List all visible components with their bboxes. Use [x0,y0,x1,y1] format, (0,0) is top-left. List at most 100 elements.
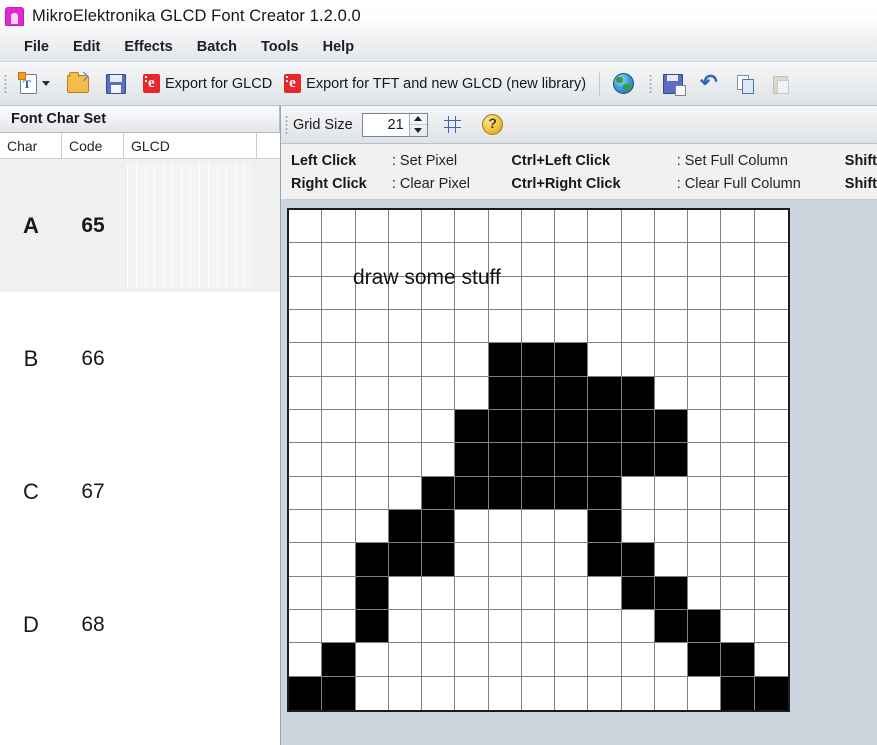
pixel-cell[interactable] [455,309,489,344]
pixel-cell[interactable] [322,643,356,677]
pixel-cell[interactable] [521,476,556,510]
pixel-cell[interactable] [455,643,489,677]
pixel-cell[interactable] [322,476,356,510]
pixel-cell[interactable] [555,643,589,677]
pixel-cell[interactable] [322,543,356,577]
pixel-cell[interactable] [688,409,722,444]
pixel-cell[interactable] [355,576,389,610]
pixel-cell[interactable] [388,443,423,477]
pixel-cell[interactable] [422,509,456,544]
pixel-cell[interactable] [488,509,522,544]
pixel-cell[interactable] [422,243,456,277]
pixel-cell[interactable] [721,609,755,644]
pixel-cell[interactable] [555,676,589,710]
pixel-cell[interactable] [555,609,589,644]
pixel-cell[interactable] [388,676,423,710]
pixel-cell[interactable] [289,276,323,310]
pixel-cell[interactable] [555,276,589,310]
pixel-cell[interactable] [422,409,456,444]
pixel-cell[interactable] [521,543,556,577]
pixel-cell[interactable] [322,309,356,344]
pixel-cell[interactable] [322,509,356,544]
pixel-cell[interactable] [654,243,689,277]
pixel-cell[interactable] [654,376,689,410]
pixel-cell[interactable] [621,343,655,377]
paste-button[interactable] [767,71,800,97]
pixel-cell[interactable] [754,643,788,677]
glcd-preview-thumbnail[interactable] [127,163,252,288]
pixel-cell[interactable] [422,643,456,677]
pixel-cell[interactable] [521,343,556,377]
pixel-cell[interactable] [355,643,389,677]
chevron-down-icon[interactable] [42,81,50,86]
toolbar-grip-2[interactable] [649,73,653,94]
pixel-cell[interactable] [289,443,323,477]
pixel-cell[interactable] [721,376,755,410]
pixel-cell[interactable] [721,643,755,677]
pixel-cell[interactable] [754,576,788,610]
grid-toolbar-grip[interactable] [285,114,288,135]
pixel-cell[interactable] [721,476,755,510]
pixel-cell[interactable] [488,676,522,710]
pixel-cell[interactable] [521,210,556,244]
pixel-cell[interactable] [588,210,622,244]
menu-help[interactable]: Help [311,36,366,58]
export-glcd-button[interactable]: Export for GLCD [138,70,277,97]
pixel-cell[interactable] [455,409,489,444]
grid-size-increment-button[interactable] [409,114,427,125]
pixel-cell[interactable] [754,210,788,244]
pixel-cell[interactable] [688,443,722,477]
pixel-cell[interactable] [455,676,489,710]
undo-button[interactable] [695,70,730,97]
pixel-cell[interactable] [289,376,323,410]
pixel-cell[interactable] [521,576,556,610]
pixel-cell[interactable] [455,443,489,477]
pixel-cell[interactable] [388,243,423,277]
pixel-cell[interactable] [388,609,423,644]
pixel-cell[interactable] [289,210,323,244]
pixel-cell[interactable] [289,576,323,610]
pixel-cell[interactable] [588,543,622,577]
pixel-cell[interactable] [521,409,556,444]
help-button[interactable] [478,111,508,139]
pixel-cell[interactable] [555,243,589,277]
pixel-cell[interactable] [754,309,788,344]
pixel-cell[interactable] [654,409,689,444]
pixel-cell[interactable] [488,543,522,577]
pixel-cell[interactable] [588,643,622,677]
pixel-cell[interactable] [488,643,522,677]
pixel-cell[interactable] [588,609,622,644]
pixel-cell[interactable] [621,409,655,444]
new-font-button[interactable] [13,70,60,98]
pixel-cell[interactable] [322,210,356,244]
pixel-cell[interactable] [322,243,356,277]
pixel-cell[interactable] [388,576,423,610]
pixel-cell[interactable] [422,276,456,310]
pixel-cell[interactable] [754,476,788,510]
pixel-cell[interactable] [455,243,489,277]
pixel-cell[interactable] [488,476,522,510]
pixel-cell[interactable] [388,476,423,510]
pixel-cell[interactable] [355,376,389,410]
pixel-cell[interactable] [588,509,622,544]
table-row[interactable]: B 66 [0,292,280,425]
pixel-cell[interactable] [555,576,589,610]
toolbar-grip[interactable] [4,73,7,94]
pixel-cell[interactable] [455,210,489,244]
pixel-cell[interactable] [422,376,456,410]
pixel-cell[interactable] [555,376,589,410]
pixel-cell[interactable] [621,309,655,344]
pixel-cell[interactable] [355,543,389,577]
pixel-cell[interactable] [654,609,689,644]
pixel-cell[interactable] [289,609,323,644]
pixel-cell[interactable] [422,210,456,244]
menu-tools[interactable]: Tools [249,36,311,58]
pixel-cell[interactable] [422,609,456,644]
pixel-cell[interactable] [654,343,689,377]
pixel-cell[interactable] [688,509,722,544]
pixel-cell[interactable] [388,643,423,677]
pixel-cell[interactable] [289,343,323,377]
pixel-cell[interactable] [322,343,356,377]
toggle-grid-button[interactable] [438,111,468,139]
pixel-cell[interactable] [289,409,323,444]
